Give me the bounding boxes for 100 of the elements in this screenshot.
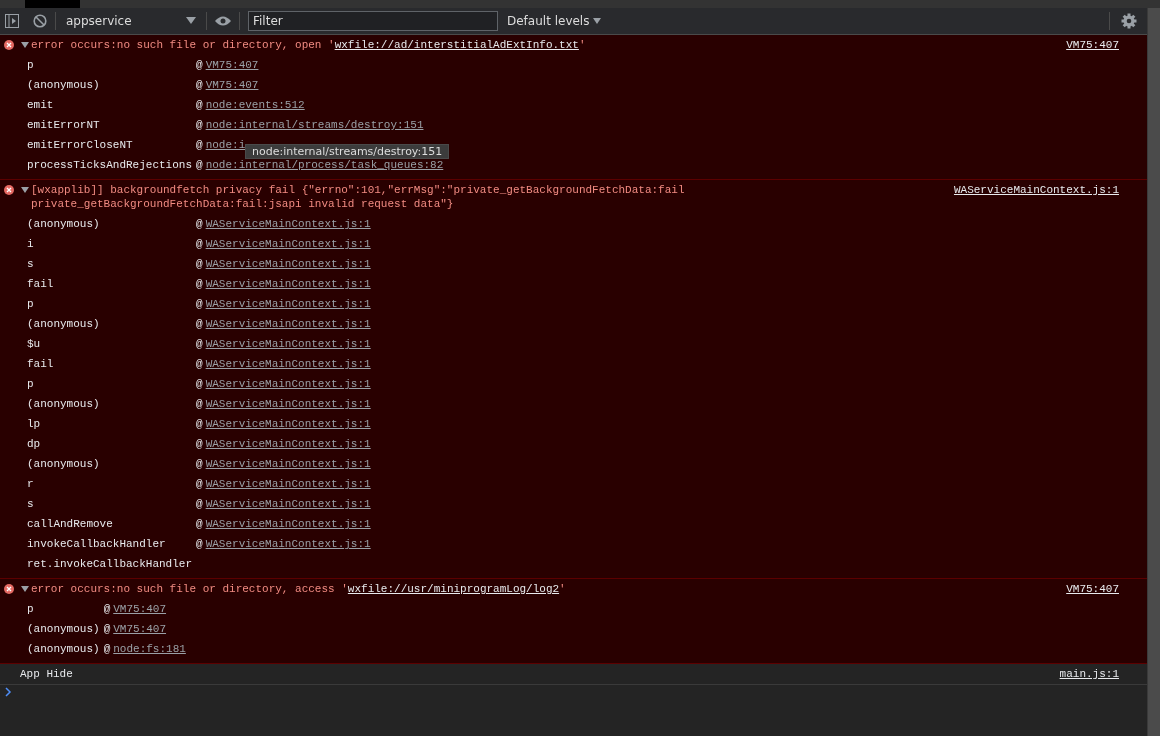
stack-function: i — [27, 237, 35, 252]
stack-function: (anonymous) — [27, 457, 101, 472]
stack-function: (anonymous) — [27, 217, 101, 232]
file-link[interactable]: wxfile://usr/miniprogramLog/log2 — [347, 583, 560, 595]
expand-triangle-icon[interactable] — [20, 584, 30, 594]
stack-location-link[interactable]: WAServiceMainContext.js:1 — [205, 458, 371, 470]
context-select[interactable]: appservice — [64, 14, 198, 28]
stack-location-link[interactable]: WAServiceMainContext.js:1 — [205, 258, 371, 270]
settings-icon[interactable] — [1121, 13, 1137, 29]
stack-location-link[interactable]: WAServiceMainContext.js:1 — [205, 238, 371, 250]
stack-location-link[interactable]: node:internal/process/task_queues:82 — [205, 159, 444, 171]
filter-field[interactable]: Filter — [248, 11, 498, 31]
at-sign: @ — [196, 398, 203, 410]
at-sign: @ — [196, 458, 203, 470]
expand-triangle-icon[interactable] — [20, 185, 30, 195]
stack-location-link[interactable]: WAServiceMainContext.js:1 — [205, 518, 371, 530]
error-icon — [4, 40, 14, 50]
at-sign: @ — [196, 79, 203, 91]
stack-function: emit — [27, 98, 55, 113]
stack-location-link[interactable]: WAServiceMainContext.js:1 — [205, 418, 371, 430]
at-sign: @ — [196, 298, 203, 310]
stack-function: s — [27, 497, 35, 512]
stack-function: p — [27, 58, 35, 73]
stack-function: r — [27, 477, 35, 492]
error-icon — [4, 185, 14, 195]
stack-location-link[interactable]: WAServiceMainContext.js:1 — [205, 438, 371, 450]
stack-function: callAndRemove — [27, 517, 114, 532]
at-sign: @ — [196, 258, 203, 270]
at-sign: @ — [196, 498, 203, 510]
prompt-chevron-icon — [4, 687, 12, 697]
caret-icon — [186, 17, 196, 25]
stack-function: (anonymous) — [27, 397, 101, 412]
stack-function: emitErrorCloseNT — [27, 138, 134, 153]
stack-location-link[interactable]: node:events:512 — [205, 99, 305, 111]
stack-function: invokeCallbackHandler — [27, 537, 167, 552]
source-link[interactable]: VM75:407 — [1066, 38, 1119, 52]
stack-location-link[interactable]: WAServiceMainContext.js:1 — [205, 318, 371, 330]
stack-function: s — [27, 257, 35, 272]
at-sign: @ — [196, 238, 203, 250]
stack-location-link[interactable]: node:internal/streams/destroy:151 — [205, 119, 424, 131]
stack-location-link[interactable]: WAServiceMainContext.js:1 — [205, 498, 371, 510]
at-sign: @ — [196, 278, 203, 290]
stack-function: (anonymous) — [27, 622, 100, 637]
stack-function: (anonymous) — [27, 78, 101, 93]
at-sign: @ — [103, 623, 111, 635]
eye-icon[interactable] — [215, 15, 231, 27]
stack-location-link[interactable]: WAServiceMainContext.js:1 — [205, 338, 371, 350]
stack-function: fail — [27, 357, 55, 372]
at-sign: @ — [196, 318, 203, 330]
at-sign: @ — [196, 538, 203, 550]
at-sign: @ — [196, 358, 203, 370]
file-link[interactable]: wxfile://ad/interstitialAdExtInfo.txt — [334, 39, 579, 51]
at-sign: @ — [196, 478, 203, 490]
stack-function: dp — [27, 437, 42, 452]
scrollbar[interactable] — [1147, 8, 1160, 736]
at-sign: @ — [196, 159, 203, 171]
stack-function: fail — [27, 277, 55, 292]
stack-function: emitErrorNT — [27, 118, 101, 133]
stack-location-link[interactable]: WAServiceMainContext.js:1 — [205, 478, 371, 490]
stack-location-link[interactable]: VM75:407 — [205, 79, 259, 91]
stack-function: p — [27, 377, 35, 392]
at-sign: @ — [103, 603, 111, 615]
clear-console-icon[interactable] — [33, 14, 47, 28]
message-text: App Hide — [20, 667, 73, 681]
source-link[interactable]: VM75:407 — [1066, 582, 1119, 596]
stack-location-link[interactable]: WAServiceMainContext.js:1 — [205, 218, 371, 230]
stack-location-link[interactable]: WAServiceMainContext.js:1 — [205, 278, 371, 290]
source-link[interactable]: main.js:1 — [1059, 667, 1119, 681]
at-sign: @ — [103, 643, 111, 655]
tooltip: node:internal/streams/destroy:151 — [245, 144, 450, 159]
stack-function: lp — [27, 417, 42, 432]
stack-function: ret.invokeCallbackHandler — [27, 557, 193, 572]
at-sign: @ — [196, 218, 203, 230]
stack-location-link[interactable]: WAServiceMainContext.js:1 — [205, 298, 371, 310]
stack-location-link[interactable]: WAServiceMainContext.js:1 — [205, 378, 371, 390]
at-sign: @ — [196, 119, 203, 131]
stack-function: processTicksAndRejections — [27, 158, 193, 173]
sidebar-toggle-icon[interactable] — [5, 14, 19, 28]
at-sign: @ — [196, 438, 203, 450]
levels-dropdown[interactable]: Default levels — [507, 14, 602, 28]
stack-location-link[interactable]: WAServiceMainContext.js:1 — [205, 538, 371, 550]
stack-location-link[interactable]: VM75:407 — [113, 603, 167, 615]
stack-function: p — [27, 602, 35, 617]
at-sign: @ — [196, 338, 203, 350]
caret-icon — [593, 17, 602, 25]
stack-location-link[interactable]: WAServiceMainContext.js:1 — [205, 358, 371, 370]
stack-function: (anonymous) — [27, 317, 101, 332]
message-text: [wxapplib]] backgroundfetch privacy fail {"errno":101,"errMsg":"private_getBackgroundFetchData:fail private_getBackgroundFetchData:fail:jsapi invalid request data"} — [31, 183, 686, 211]
stack-location-link[interactable]: VM75:407 — [205, 59, 259, 71]
expand-triangle-icon[interactable] — [20, 40, 30, 50]
stack-location-link[interactable]: VM75:407 — [113, 623, 167, 635]
stack-location-link[interactable]: WAServiceMainContext.js:1 — [205, 398, 371, 410]
stack-location-link[interactable]: node:fs:181 — [113, 643, 186, 655]
stack-location-link[interactable]: node:i — [205, 139, 246, 151]
source-link[interactable]: WAServiceMainContext.js:1 — [953, 183, 1119, 211]
at-sign: @ — [196, 378, 203, 390]
error-icon — [4, 584, 14, 594]
at-sign: @ — [196, 99, 203, 111]
stack-function: $u — [27, 337, 42, 352]
stack-function: p — [27, 297, 35, 312]
